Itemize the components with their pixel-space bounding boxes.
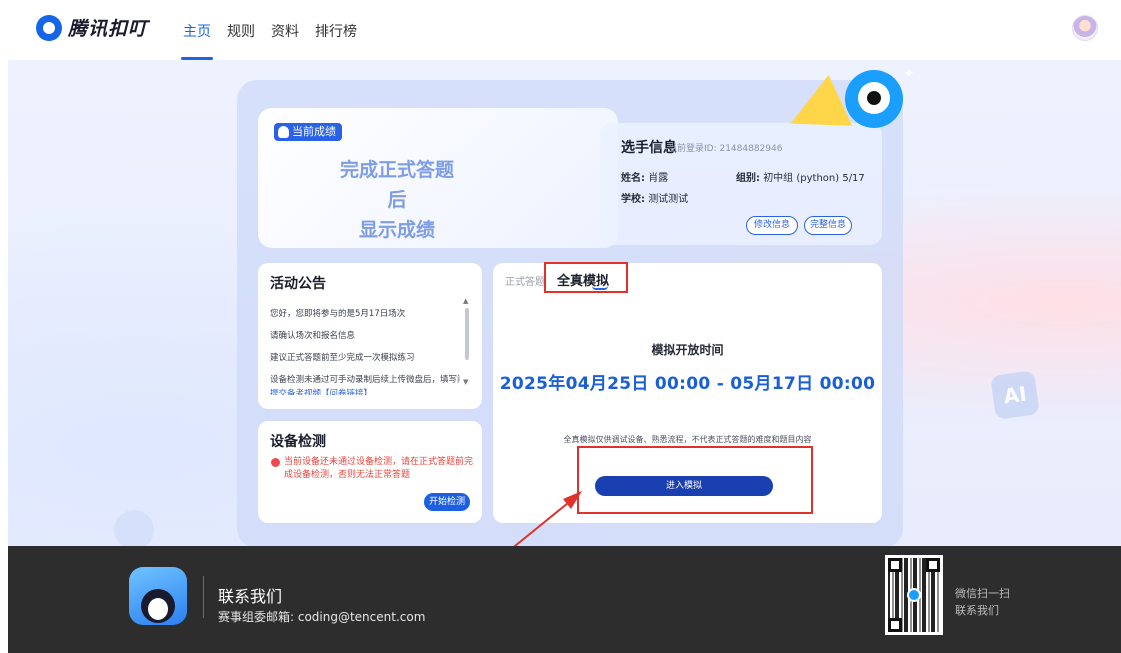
name-value: 肖露 (648, 173, 669, 184)
current-score-label: 当前成绩 (292, 125, 336, 138)
mock-open-label: 模拟开放时间 (651, 343, 724, 357)
qr-logo-icon (907, 588, 921, 602)
contact-title: 联系我们 (218, 587, 283, 606)
wechat-contact-text: 联系我们 (955, 604, 999, 617)
score-placeholder: 完成正式答题后 显示成绩 (332, 155, 462, 245)
penguin-icon (141, 589, 175, 623)
announcement-scrollbar[interactable] (465, 308, 469, 360)
nav-item-home[interactable]: 主页 (181, 0, 213, 60)
mock-open-time: 2025年04月25日 00:00 - 05月17日 00:00 (499, 374, 876, 394)
logo-icon (36, 14, 62, 41)
medal-icon (278, 126, 289, 138)
scroll-down-icon[interactable]: ▼ (463, 378, 468, 386)
complete-info-button[interactable]: 完整信息 (804, 216, 852, 235)
wechat-qr-code (885, 555, 943, 635)
group-label: 组别: (736, 173, 760, 184)
footer-divider (203, 576, 204, 618)
megaphone-mascot-icon: ✦ (778, 66, 915, 149)
highlight-box-tab (544, 262, 628, 293)
announcement-line: 建议正式答题前至少完成一次模拟练习 (270, 353, 415, 363)
device-check-title: 设备检测 (270, 434, 326, 450)
main-nav: 主页 规则 资料 排行榜 (181, 0, 373, 60)
device-warning-text: 当前设备还未通过设备检测，请在正式答题前完成设备检测，否则无法正常答题 (284, 457, 474, 480)
highlight-box-button (577, 446, 813, 514)
nav-item-materials[interactable]: 资料 (271, 0, 299, 60)
school-label: 学校: (621, 194, 645, 205)
group-value: 初中组 (python) 5/17 (763, 173, 865, 184)
announcement-line: 提交备考视频【问卷链接】 (270, 389, 373, 395)
contact-email[interactable]: 赛事组委邮箱: coding@tencent.com (218, 608, 425, 625)
logo-text: 腾讯扣叮 (68, 18, 149, 40)
user-avatar[interactable] (1072, 15, 1098, 41)
edit-info-button[interactable]: 修改信息 (746, 216, 798, 235)
logo[interactable]: 腾讯扣叮 (36, 14, 148, 41)
current-score-badge: 当前成绩 (274, 123, 342, 141)
tab-formal-exam[interactable]: 正式答题 (505, 273, 545, 288)
login-id: 当前登录ID: 21484882946 (668, 144, 783, 154)
start-check-button[interactable]: 开始检测 (424, 493, 470, 511)
player-group-row: 组别: 初中组 (python) 5/17 (736, 169, 865, 184)
name-label: 姓名: (621, 173, 645, 184)
top-navbar: 腾讯扣叮 主页 规则 资料 排行榜 (0, 0, 1121, 60)
announcement-line: 您好，您即将参与的是5月17日场次 (270, 309, 406, 319)
announcement-line: 设备检测未通过可手动录制后续上传微盘后，填写问卷 (270, 375, 460, 385)
python-decoration-icon (114, 510, 154, 550)
school-value: 测试测试 (648, 194, 689, 205)
ai-decoration-icon: AI (990, 370, 1040, 420)
score-line-1: 完成正式答题后 (339, 159, 454, 211)
player-name-row: 姓名: 肖露 (621, 169, 668, 184)
announcement-line: 请确认场次和报名信息 (270, 331, 356, 341)
score-line-2: 显示成绩 (358, 219, 435, 241)
wechat-scan-text: 微信扫一扫 (955, 587, 1010, 600)
nav-item-rules[interactable]: 规则 (227, 0, 255, 60)
scroll-up-icon[interactable]: ▲ (463, 297, 468, 305)
nav-item-leaderboard[interactable]: 排行榜 (315, 0, 357, 60)
qr-pattern (888, 558, 940, 632)
player-school-row: 学校: 测试测试 (621, 190, 688, 205)
mock-note: 全真模拟仅供调试设备、熟悉流程，不代表正式答题的难度和题目内容 (563, 435, 812, 444)
app-icon (129, 567, 187, 625)
warning-icon (271, 458, 280, 467)
announcement-title: 活动公告 (270, 276, 326, 292)
